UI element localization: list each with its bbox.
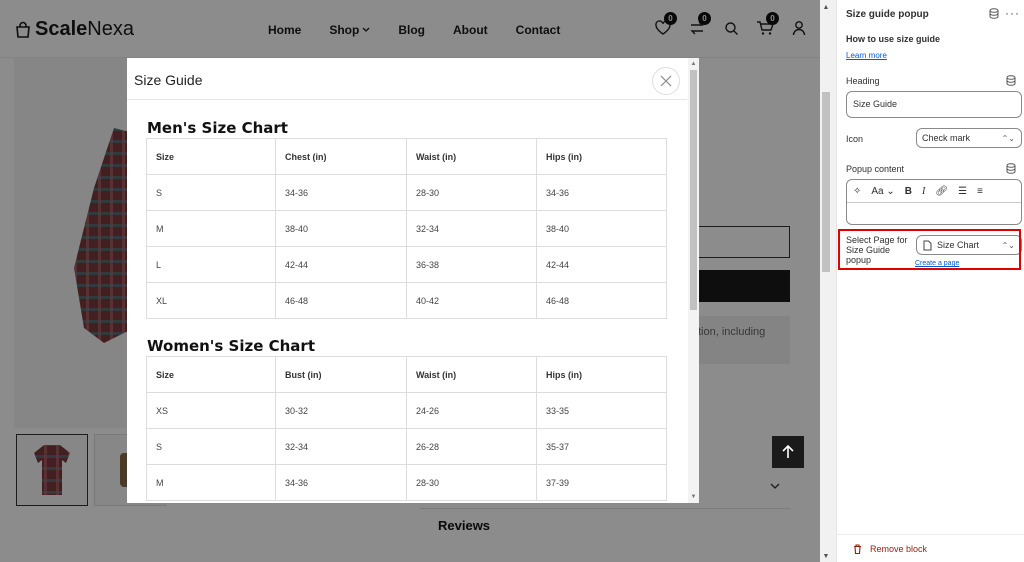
back-to-top-button[interactable]	[772, 436, 804, 468]
table-cell: 32-34	[275, 428, 407, 465]
table-row: XS 30-32 24-26 33-35	[146, 392, 667, 429]
learn-more-link[interactable]: Learn more	[846, 51, 887, 60]
icon-label: Icon	[846, 134, 864, 144]
column-header: Waist (in)	[406, 138, 537, 175]
more-options-icon[interactable]: ···	[1005, 6, 1020, 20]
table-cell: S	[146, 428, 276, 465]
font-style-dropdown[interactable]: Aa ⌄	[871, 186, 894, 197]
block-settings-panel: Size guide popup ··· How to use size gui…	[836, 0, 1024, 562]
size-guide-modal: Size Guide Men's Size Chart Size Chest (…	[127, 58, 699, 503]
font-style-label: Aa	[871, 185, 884, 197]
table-row: M 38-40 32-34 38-40	[146, 210, 667, 247]
column-header: Size	[146, 356, 276, 393]
table-cell: 34-36	[536, 174, 667, 211]
table-cell: 42-44	[536, 246, 667, 283]
icon-select-value: Check mark	[922, 133, 971, 143]
modal-header: Size Guide	[127, 58, 687, 100]
table-cell: XL	[146, 282, 276, 319]
table-cell: 38-40	[275, 210, 407, 247]
mens-chart-heading: Men's Size Chart	[147, 119, 288, 137]
modal-scrollbar-thumb[interactable]	[690, 70, 697, 310]
mens-size-table: Size Chest (in) Waist (in) Hips (in) S 3…	[146, 138, 667, 319]
popup-content-editor[interactable]: ✧ Aa ⌄ B I 🔗︎ ☰ ≡	[846, 179, 1022, 225]
table-row: XL 46-48 40-42 46-48	[146, 282, 667, 319]
magic-wand-icon[interactable]: ✧	[853, 186, 861, 197]
table-cell: 30-32	[275, 392, 407, 429]
remove-block-button[interactable]: Remove block	[853, 544, 927, 554]
table-row: M 34-36 28-30 37-39	[146, 464, 667, 501]
italic-icon[interactable]: I	[922, 186, 925, 197]
select-caret-icon: ⌃⌄	[1001, 134, 1015, 143]
modal-scrollbar[interactable]: ▲ ▼	[688, 58, 699, 503]
table-cell: 33-35	[536, 392, 667, 429]
heading-input[interactable]: Size Guide	[846, 91, 1022, 118]
scroll-down-arrow-icon[interactable]: ▼	[690, 493, 697, 501]
table-cell: 46-48	[275, 282, 407, 319]
store-preview: Scale Nexa Home Shop Blog About Contact 0…	[0, 0, 820, 562]
column-header: Size	[146, 138, 276, 175]
panel-title: Size guide popup	[846, 9, 929, 20]
table-cell: 32-34	[406, 210, 537, 247]
column-header: Bust (in)	[275, 356, 407, 393]
table-cell: 40-42	[406, 282, 537, 319]
table-cell: 38-40	[536, 210, 667, 247]
popup-content-label: Popup content	[846, 164, 905, 174]
preview-scrollbar[interactable]: ▲ ▼	[820, 0, 832, 562]
bullet-list-icon[interactable]: ☰	[958, 186, 967, 197]
numbered-list-icon[interactable]: ≡	[977, 186, 983, 197]
table-cell: 37-39	[536, 464, 667, 501]
table-cell: 42-44	[275, 246, 407, 283]
heading-label: Heading	[846, 76, 880, 86]
bold-icon[interactable]: B	[905, 186, 912, 197]
table-cell: 34-36	[275, 464, 407, 501]
how-to-heading: How to use size guide	[846, 34, 941, 44]
womens-size-table: Size Bust (in) Waist (in) Hips (in) XS 3…	[146, 356, 667, 501]
modal-close-button[interactable]	[652, 67, 680, 95]
database-icon[interactable]	[1006, 163, 1016, 174]
table-cell: 24-26	[406, 392, 537, 429]
table-cell: 46-48	[536, 282, 667, 319]
scroll-up-arrow-icon[interactable]: ▲	[822, 4, 830, 11]
database-icon[interactable]	[989, 8, 999, 19]
modal-title: Size Guide	[134, 72, 203, 88]
scroll-down-arrow-icon[interactable]: ▼	[822, 553, 830, 560]
rich-text-toolbar: ✧ Aa ⌄ B I 🔗︎ ☰ ≡	[847, 180, 1021, 203]
create-page-link[interactable]: Create a page	[915, 260, 959, 267]
table-cell: S	[146, 174, 276, 211]
table-cell: 36-38	[406, 246, 537, 283]
icon-select[interactable]: Check mark ⌃⌄	[916, 128, 1022, 148]
table-cell: 28-30	[406, 174, 537, 211]
column-header: Waist (in)	[406, 356, 537, 393]
database-icon[interactable]	[1006, 75, 1016, 86]
modal-content: Men's Size Chart Size Chest (in) Waist (…	[127, 101, 687, 503]
table-cell: 26-28	[406, 428, 537, 465]
table-row: S 34-36 28-30 34-36	[146, 174, 667, 211]
column-header: Chest (in)	[275, 138, 407, 175]
scroll-up-arrow-icon[interactable]: ▲	[690, 60, 697, 68]
table-cell: M	[146, 210, 276, 247]
table-header-row: Size Bust (in) Waist (in) Hips (in)	[146, 356, 667, 393]
womens-chart-heading: Women's Size Chart	[147, 337, 315, 355]
table-cell: 35-37	[536, 428, 667, 465]
link-icon[interactable]: 🔗︎	[935, 186, 948, 197]
trash-icon	[854, 544, 861, 554]
table-cell: L	[146, 246, 276, 283]
column-header: Hips (in)	[536, 356, 667, 393]
table-cell: XS	[146, 392, 276, 429]
preview-scrollbar-thumb[interactable]	[822, 92, 830, 272]
column-header: Hips (in)	[536, 138, 667, 175]
table-cell: 28-30	[406, 464, 537, 501]
close-icon	[660, 75, 672, 87]
panel-footer-divider	[836, 534, 1024, 535]
table-header-row: Size Chest (in) Waist (in) Hips (in)	[146, 138, 667, 175]
table-row: L 42-44 36-38 42-44	[146, 246, 667, 283]
table-cell: 34-36	[275, 174, 407, 211]
arrow-up-icon	[782, 445, 794, 458]
remove-block-label: Remove block	[870, 544, 928, 554]
table-row: S 32-34 26-28 35-37	[146, 428, 667, 465]
table-cell: M	[146, 464, 276, 501]
